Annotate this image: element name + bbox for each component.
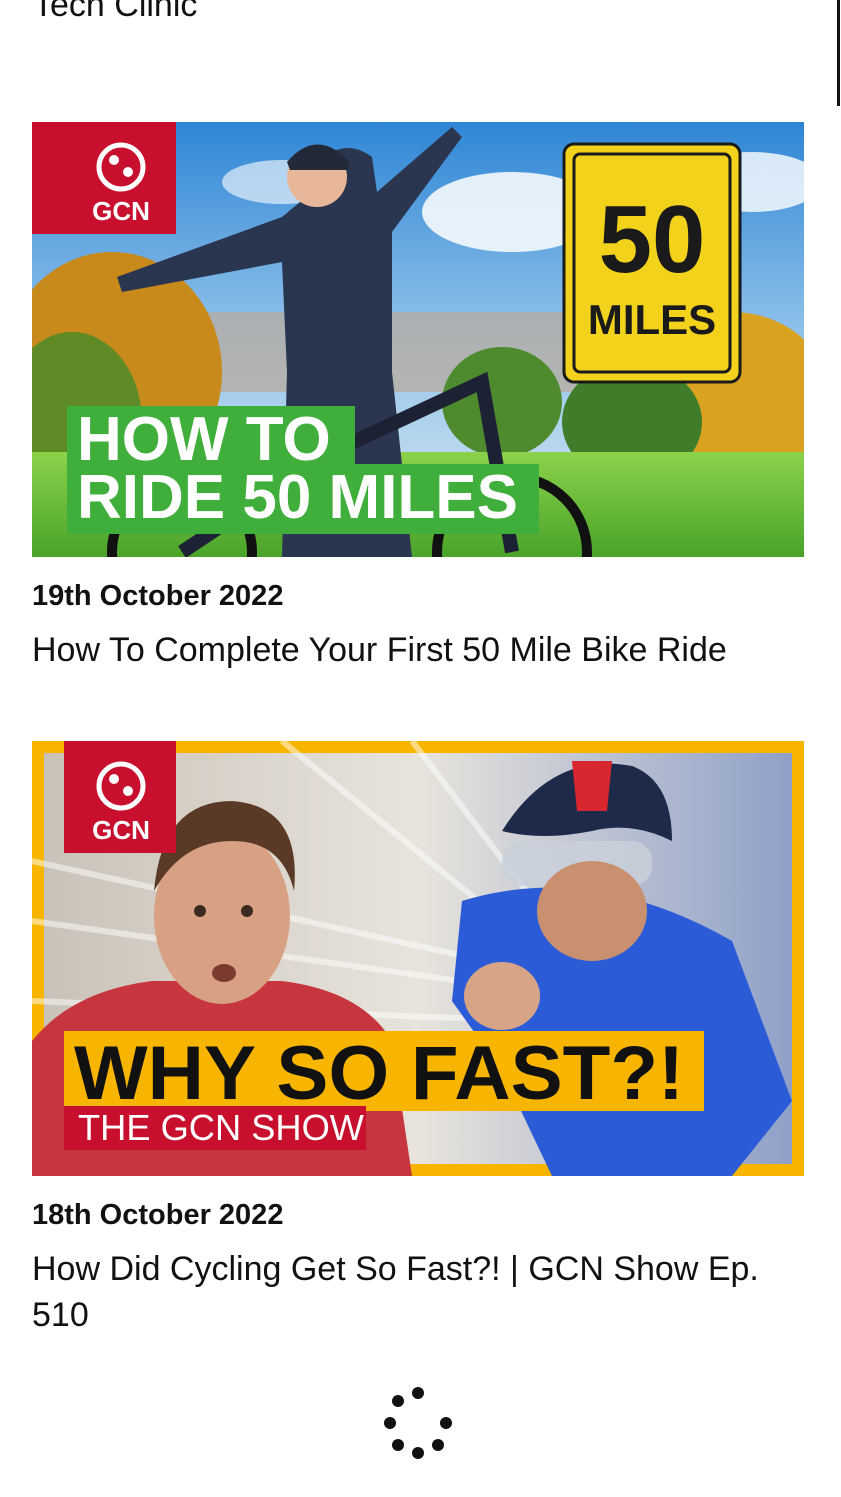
svg-text:MILES: MILES xyxy=(588,296,716,343)
video-feed-page: Tech Clinic GCN 50 MILES HOW TO RIDE 50 … xyxy=(0,0,841,1497)
svg-text:RIDE 50 MILES: RIDE 50 MILES xyxy=(77,463,518,532)
video-thumbnail[interactable]: GCN WHY SO FAST?! THE GCN SHOW xyxy=(32,741,804,1176)
svg-text:GCN: GCN xyxy=(92,815,150,845)
svg-text:WHY SO FAST?!: WHY SO FAST?! xyxy=(74,1031,684,1116)
svg-text:THE GCN SHOW: THE GCN SHOW xyxy=(78,1107,364,1148)
video-title[interactable]: How Did Cycling Get So Fast?! | GCN Show… xyxy=(32,1246,804,1338)
previous-video-title[interactable]: Tech Clinic xyxy=(33,0,823,28)
svg-text:GCN: GCN xyxy=(92,196,150,226)
video-title[interactable]: How To Complete Your First 50 Mile Bike … xyxy=(32,627,804,673)
thumbnail-image: GCN WHY SO FAST?! THE GCN SHOW xyxy=(32,741,804,1176)
svg-text:50: 50 xyxy=(599,186,706,293)
scrollbar[interactable] xyxy=(837,0,840,106)
loading-spinner-icon xyxy=(384,1387,452,1459)
video-date: 19th October 2022 xyxy=(32,580,284,612)
video-card[interactable]: GCN 50 MILES HOW TO RIDE 50 MILES 19th O… xyxy=(32,122,804,673)
video-card[interactable]: GCN WHY SO FAST?! THE GCN SHOW 18th Octo… xyxy=(32,741,804,1338)
thumbnail-image: GCN 50 MILES HOW TO RIDE 50 MILES xyxy=(32,122,804,557)
video-date: 18th October 2022 xyxy=(32,1199,284,1231)
video-thumbnail[interactable]: GCN 50 MILES HOW TO RIDE 50 MILES xyxy=(32,122,804,557)
